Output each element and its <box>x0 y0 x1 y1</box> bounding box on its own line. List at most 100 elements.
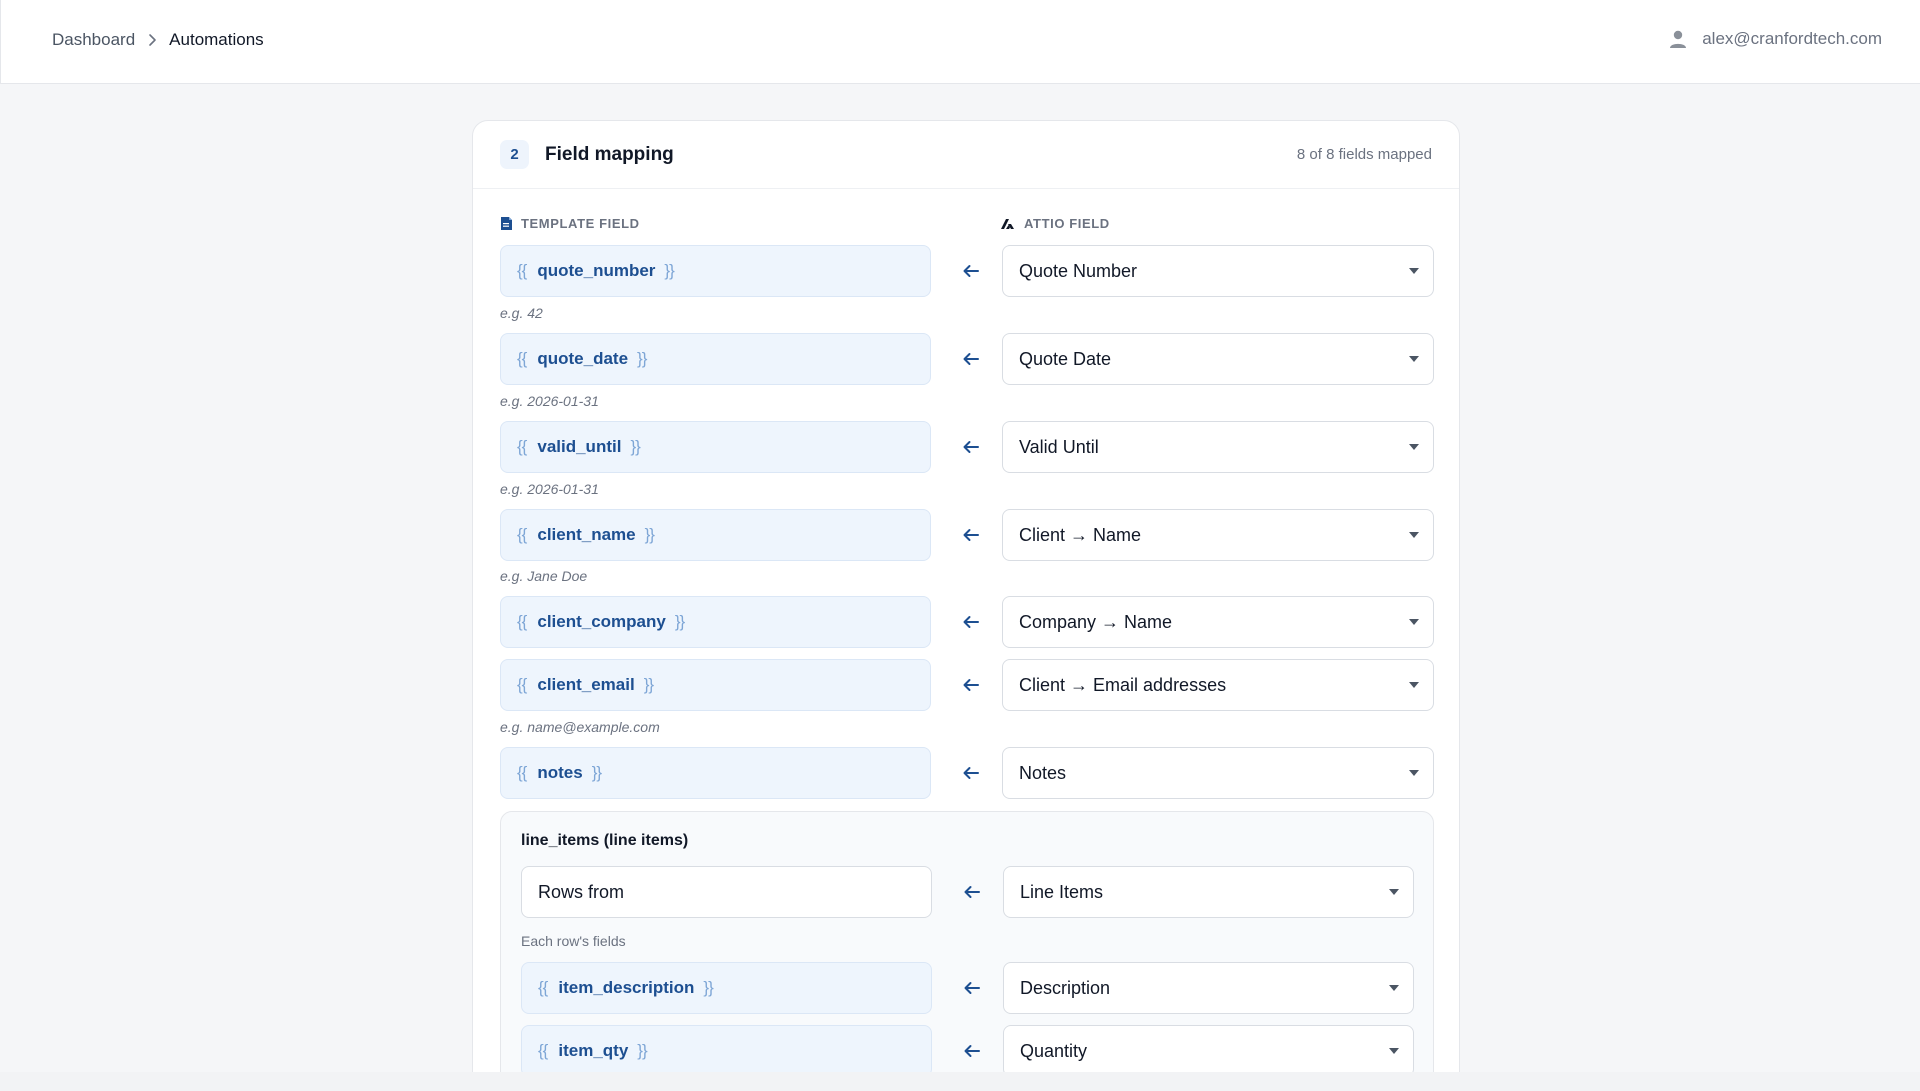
caret-down-icon <box>1389 889 1399 895</box>
close-brace: }} <box>637 349 647 368</box>
attio-logo-icon <box>1000 217 1016 231</box>
attio-field-value: Valid Until <box>1019 436 1099 457</box>
chevron-right-icon <box>148 33 157 47</box>
attio-field-value: Quantity <box>1020 1040 1088 1061</box>
user-email: alex@cranfordtech.com <box>1702 29 1882 48</box>
template-field-name: item_description <box>558 978 695 997</box>
attio-field-value: Company → Name <box>1019 611 1173 632</box>
template-field-chip: {{ item_description }} <box>521 962 932 1014</box>
caret-down-icon <box>1409 444 1419 450</box>
caret-down-icon <box>1389 985 1399 991</box>
arrow-left-icon <box>960 348 982 370</box>
template-field-chip: {{ client_name }} <box>500 509 931 561</box>
rows-from-field[interactable]: Rows from <box>521 866 932 918</box>
attio-field-select[interactable]: Client → Email addresses <box>1002 659 1434 711</box>
template-field-chip: {{ quote_number }} <box>500 245 931 297</box>
open-brace: {{ <box>538 1041 548 1060</box>
mapping-row-quote-date: {{ quote_date }} Quote Date <box>500 333 1434 385</box>
example-hint: e.g. Jane Doe <box>500 568 588 584</box>
arrow-left-icon <box>961 977 983 999</box>
arrow-left-icon <box>960 260 982 282</box>
mapping-row-client-name: {{ client_name }} Client → Name <box>500 509 1434 561</box>
attio-field-select[interactable]: Description <box>1003 962 1414 1014</box>
open-brace: {{ <box>517 261 527 280</box>
template-field-name: client_email <box>537 675 635 694</box>
arrow-left-icon <box>960 762 982 784</box>
rows-from-label: Rows from <box>538 881 625 902</box>
attio-field-select[interactable]: Client → Name <box>1002 509 1434 561</box>
attio-field-value: Client → Name <box>1019 524 1142 545</box>
arrow-left-icon <box>961 1040 983 1062</box>
breadcrumb-current: Automations <box>169 30 264 49</box>
rows-from-row: Rows from Line Items <box>521 866 1414 918</box>
template-field-chip: {{ client_company }} <box>500 596 931 648</box>
attio-field-value: Client → Email addresses <box>1019 674 1227 695</box>
attio-field-select[interactable]: Valid Until <box>1002 421 1434 473</box>
document-icon <box>500 216 513 231</box>
template-field-chip: {{ valid_until }} <box>500 421 931 473</box>
field-mapping-card: 2 Field mapping 8 of 8 fields mapped TEM… <box>472 120 1460 1091</box>
close-brace: }} <box>591 763 602 782</box>
line-items-title: line_items (line items) <box>521 832 689 849</box>
close-brace: }} <box>703 978 713 997</box>
template-field-label: TEMPLATE FIELD <box>521 216 640 231</box>
close-brace: }} <box>637 1041 647 1060</box>
breadcrumb: Dashboard Automations <box>52 30 264 50</box>
caret-down-icon <box>1389 1048 1399 1054</box>
mapping-row-notes: {{ notes }} Notes <box>500 747 1434 799</box>
user-icon <box>1668 29 1688 49</box>
step-number-badge: 2 <box>500 140 529 169</box>
breadcrumb-dashboard-link[interactable]: Dashboard <box>52 30 135 50</box>
attio-field-select[interactable]: Quote Number <box>1002 245 1434 297</box>
rows-from-select[interactable]: Line Items <box>1003 866 1414 918</box>
attio-field-value: Notes <box>1019 762 1067 783</box>
open-brace: {{ <box>517 612 527 631</box>
card-title: Field mapping <box>545 143 674 165</box>
top-bar: Dashboard Automations alex@cranfordtech.… <box>0 0 1920 84</box>
close-brace: }} <box>643 675 654 694</box>
attio-field-select[interactable]: Quantity <box>1003 1025 1414 1077</box>
template-field-chip: {{ client_email }} <box>500 659 931 711</box>
template-field-chip: {{ notes }} <box>500 747 931 799</box>
attio-field-value: Quote Number <box>1019 260 1138 281</box>
open-brace: {{ <box>517 675 527 694</box>
line-items-group: line_items (line items) Rows from Line I… <box>500 811 1434 1091</box>
row-fields-label: Each row's fields <box>521 933 626 949</box>
template-field-name: quote_number <box>537 261 656 280</box>
mapping-row-valid-until: {{ valid_until }} Valid Until <box>500 421 1434 473</box>
caret-down-icon <box>1409 619 1419 625</box>
template-field-name: client_company <box>537 612 666 631</box>
template-field-name: client_name <box>537 525 636 544</box>
close-brace: }} <box>664 261 674 280</box>
attio-field-value: Description <box>1020 977 1111 998</box>
user-menu[interactable]: alex@cranfordtech.com <box>1668 29 1882 49</box>
attio-field-select[interactable]: Quote Date <box>1002 333 1434 385</box>
column-headers: TEMPLATE FIELD ATTIO FIELD <box>500 216 1432 236</box>
attio-field-select[interactable]: Notes <box>1002 747 1434 799</box>
mapping-row-client-email: {{ client_email }} Client → Email addres… <box>500 659 1434 711</box>
example-hint: e.g. 2026-01-31 <box>500 481 599 497</box>
attio-field-header: ATTIO FIELD <box>1000 216 1110 231</box>
open-brace: {{ <box>538 978 548 997</box>
template-field-name: quote_date <box>537 349 629 368</box>
example-hint: e.g. name@example.com <box>500 719 660 735</box>
mapping-row-quote-number: {{ quote_number }} Quote Number <box>500 245 1434 297</box>
arrow-left-icon <box>961 881 983 903</box>
mapping-row-item-qty: {{ item_qty }} Quantity <box>521 1025 1414 1077</box>
template-field-chip: {{ quote_date }} <box>500 333 931 385</box>
caret-down-icon <box>1409 770 1419 776</box>
template-field-chip: {{ item_qty }} <box>521 1025 932 1077</box>
bottom-edge <box>0 1072 1920 1091</box>
caret-down-icon <box>1409 532 1419 538</box>
caret-down-icon <box>1409 268 1419 274</box>
mapping-row-client-company: {{ client_company }} Company → Name <box>500 596 1434 648</box>
template-field-name: notes <box>537 763 583 782</box>
example-hint: e.g. 2026-01-31 <box>500 393 599 409</box>
caret-down-icon <box>1409 356 1419 362</box>
caret-down-icon <box>1409 682 1419 688</box>
arrow-left-icon <box>960 436 982 458</box>
arrow-left-icon <box>960 674 982 696</box>
close-brace: }} <box>674 612 685 631</box>
template-field-header: TEMPLATE FIELD <box>500 216 640 231</box>
attio-field-select[interactable]: Company → Name <box>1002 596 1434 648</box>
